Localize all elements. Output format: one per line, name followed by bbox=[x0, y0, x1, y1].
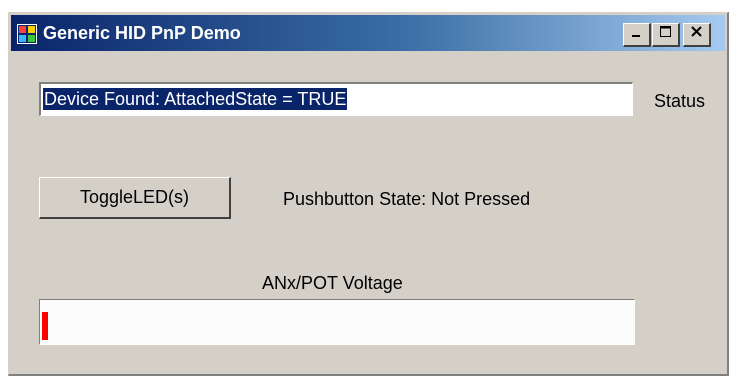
minimize-button[interactable] bbox=[623, 23, 651, 47]
main-window: Generic HID PnP Demo Device Found: Attac… bbox=[8, 12, 729, 376]
status-label: Status bbox=[654, 91, 706, 111]
maximize-icon bbox=[659, 25, 673, 44]
pot-voltage-progress-bar bbox=[39, 299, 635, 345]
status-textbox[interactable]: Device Found: AttachedState = TRUE bbox=[39, 82, 633, 116]
progress-bar-fill bbox=[42, 312, 48, 340]
minimize-icon bbox=[630, 25, 644, 44]
close-button[interactable] bbox=[683, 23, 711, 47]
maximize-button[interactable] bbox=[652, 23, 680, 47]
window-title: Generic HID PnP Demo bbox=[43, 23, 241, 43]
status-text: Device Found: AttachedState = TRUE bbox=[43, 88, 348, 110]
toggle-leds-button[interactable]: ToggleLED(s) bbox=[39, 177, 231, 219]
title-bar[interactable]: Generic HID PnP Demo bbox=[11, 15, 725, 51]
pot-voltage-label: ANx/POT Voltage bbox=[262, 273, 403, 293]
pushbutton-state-label: Pushbutton State: Not Pressed bbox=[283, 189, 531, 209]
close-icon bbox=[690, 25, 704, 44]
app-window-icon bbox=[17, 24, 37, 44]
